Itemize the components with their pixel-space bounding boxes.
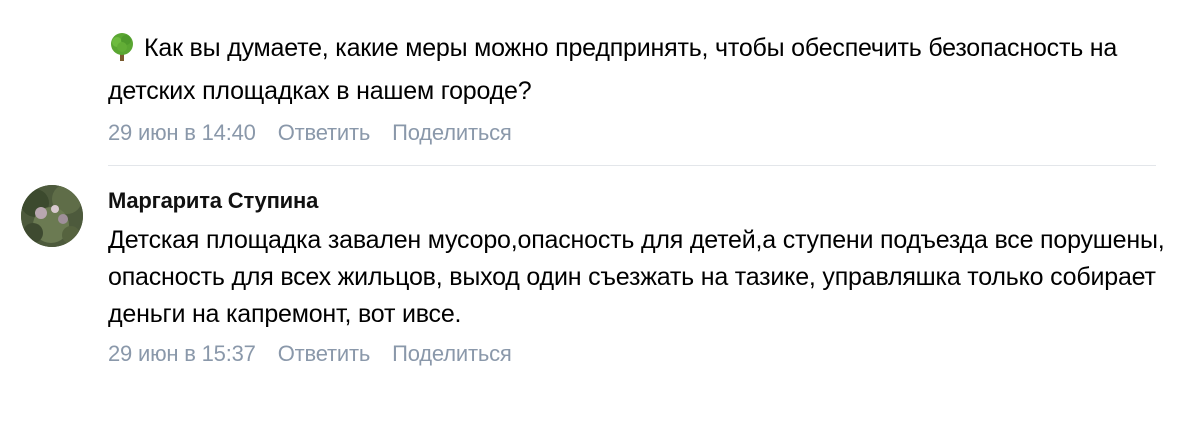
second-comment-meta: 29 июн в 15:37 Ответить Поделиться <box>108 339 1168 369</box>
avatar[interactable] <box>21 185 83 247</box>
first-comment: Как вы думаете, какие меры можно предпри… <box>108 30 1168 148</box>
author-name[interactable]: Маргарита Ступина <box>108 186 1168 216</box>
first-comment-text: Как вы думаете, какие меры можно предпри… <box>108 34 1124 105</box>
tree-icon <box>108 32 136 73</box>
reply-button[interactable]: Ответить <box>278 339 371 369</box>
first-comment-meta: 29 июн в 14:40 Ответить Поделиться <box>108 118 1168 148</box>
share-button[interactable]: Поделиться <box>392 118 512 148</box>
second-comment: Маргарита Ступина Детская площадка завал… <box>108 186 1168 369</box>
comment-date[interactable]: 29 июн в 14:40 <box>108 118 256 148</box>
comment-divider <box>108 165 1156 166</box>
first-comment-body: Как вы думаете, какие меры можно предпри… <box>108 30 1168 110</box>
reply-button[interactable]: Ответить <box>278 118 371 148</box>
comment-date[interactable]: 29 июн в 15:37 <box>108 339 256 369</box>
second-comment-text: Детская площадка завален мусоро,опасност… <box>108 226 1172 328</box>
share-button[interactable]: Поделиться <box>392 339 512 369</box>
